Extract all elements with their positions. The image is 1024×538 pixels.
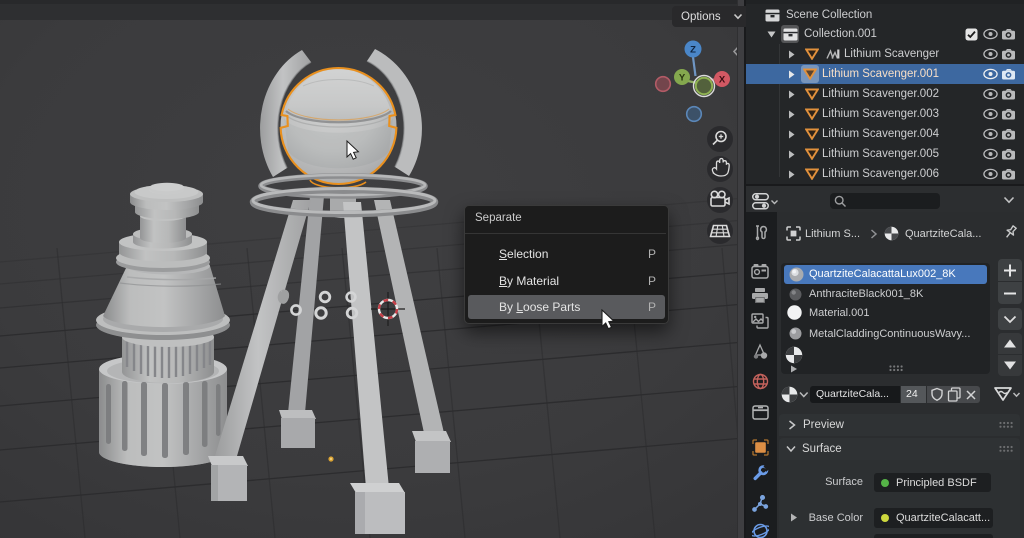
svg-text:X: X [719, 75, 726, 86]
svg-text:Z: Z [690, 45, 696, 56]
svg-text:Y: Y [679, 73, 686, 84]
